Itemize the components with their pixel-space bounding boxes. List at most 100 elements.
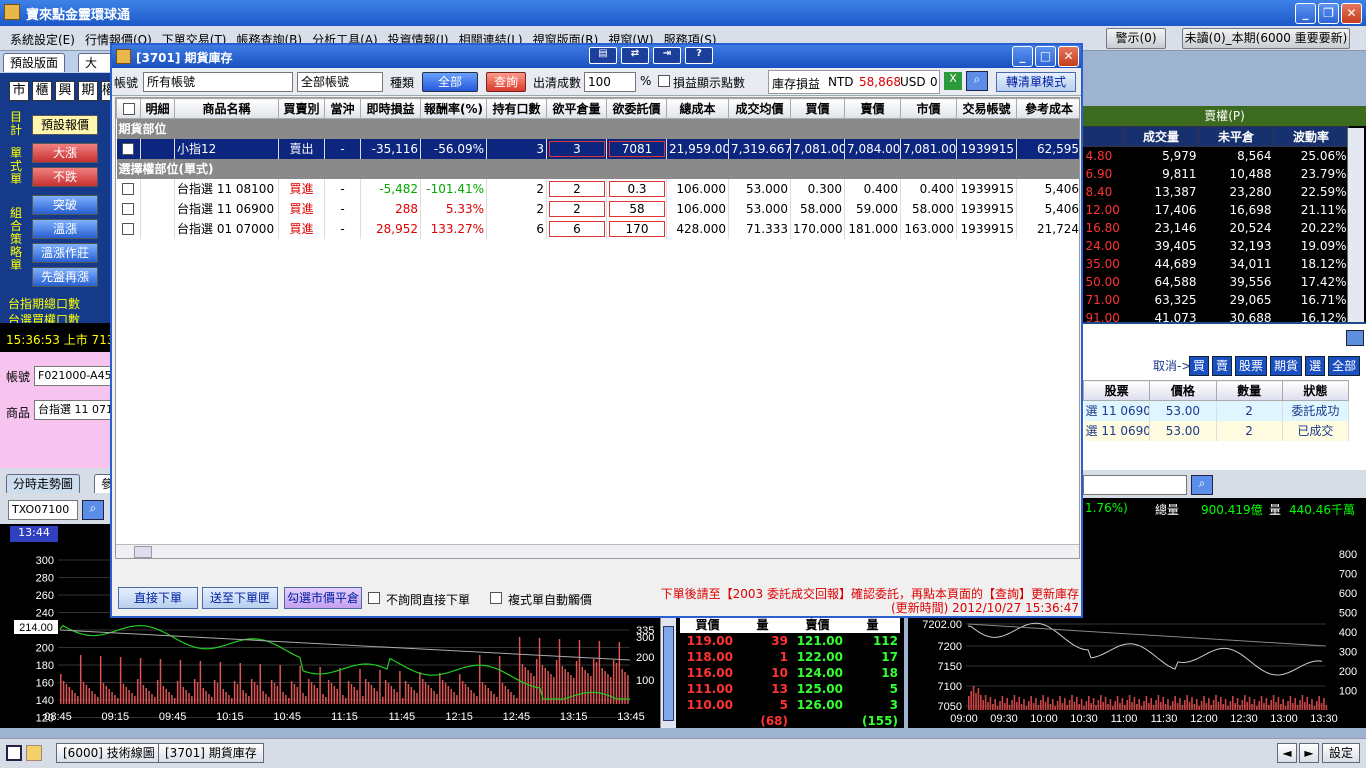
row-checkbox[interactable] [122, 183, 135, 195]
dialog-close-icon[interactable]: ✕ [1058, 46, 1079, 67]
ob-row[interactable]: 110.00 5 126.00 3 [680, 697, 900, 713]
strategy-btn-0[interactable]: 大漲 [32, 143, 98, 163]
order-row[interactable]: 選 11 06900 P53.002已成交 [1083, 420, 1350, 441]
position-row[interactable]: 台指選 11 06900 P 買進 -288 5.33% 2 2 58 106.000 53.0… [116, 198, 1079, 219]
col-header-8[interactable]: 欲平倉量 [546, 98, 607, 119]
cancel-btn-2[interactable]: 股票 [1235, 356, 1268, 376]
position-row[interactable]: 台指選 01 07000 P 買進 -28,952 133.27% 6 6 170 428.0… [116, 218, 1079, 239]
search-icon-right[interactable]: ⌕ [1191, 475, 1213, 495]
col-header-12[interactable]: 買價 [790, 98, 845, 119]
export-icon[interactable]: ⇥ [653, 47, 681, 64]
detail-cell[interactable] [140, 198, 175, 219]
col-header-2[interactable]: 商品名稱 [174, 98, 279, 119]
strategy-btn-4[interactable]: 溫漲作莊 [32, 243, 98, 263]
send-to-order-box-button[interactable]: 送至下單匣 [202, 587, 278, 609]
menu-item-0[interactable]: 系統設定(E) [10, 31, 75, 48]
quick-btn-3[interactable]: 期 [78, 81, 98, 101]
strategy-btn-1[interactable]: 不跌 [32, 167, 98, 187]
show-pl-checkbox[interactable] [658, 75, 670, 87]
auto-trigger-checkbox[interactable] [490, 592, 502, 604]
detail-cell[interactable] [140, 218, 175, 239]
cancel-btn-0[interactable]: 買 [1189, 356, 1210, 376]
cancel-btn-4[interactable]: 選 [1305, 356, 1326, 376]
col-header-7[interactable]: 持有口數 [486, 98, 547, 119]
ob-row[interactable]: 116.00 10 124.00 18 [680, 665, 900, 681]
dialog-minimize-icon[interactable]: _ [1012, 46, 1033, 67]
col-header-5[interactable]: 即時損益 [360, 98, 421, 119]
switch-mode-button[interactable]: 轉清單模式 [996, 72, 1076, 92]
option-row[interactable]: 4.80 5,979 8,564 25.06% [1084, 147, 1349, 165]
close-qty-input[interactable]: 2 [549, 200, 605, 217]
col-header-0[interactable] [116, 98, 141, 119]
tab-big[interactable]: 大字 [78, 53, 112, 88]
detail-cell[interactable] [140, 178, 175, 199]
chart-scrollbar[interactable] [663, 626, 674, 721]
close-qty-input[interactable]: 6 [549, 220, 605, 237]
unread-button[interactable]: 未讀(0)_本期(6000 重要要新) [1182, 28, 1350, 49]
task-futures-inventory[interactable]: [3701] 期貨庫存 [158, 743, 264, 763]
acct-field[interactable]: F021000-A45- [34, 366, 112, 386]
prev-icon[interactable]: ◄ [1277, 743, 1297, 763]
option-row[interactable]: 16.80 23,146 20,524 20.22% [1084, 219, 1349, 237]
col-header-3[interactable]: 買賣別 [278, 98, 325, 119]
grid-hscrollbar[interactable] [116, 544, 1079, 558]
cancel-btn-5[interactable]: 全部 [1328, 356, 1361, 376]
query-button[interactable]: 查詢 [486, 72, 526, 92]
option-row[interactable]: 50.00 64,588 39,556 17.42% [1084, 273, 1349, 291]
panel-toggle-icon[interactable] [1346, 330, 1364, 346]
next-icon[interactable]: ► [1299, 743, 1319, 763]
col-header-9[interactable]: 欲委託價 [606, 98, 667, 119]
ob-row[interactable]: 111.00 13 125.00 5 [680, 681, 900, 697]
help-icon[interactable]: ? [685, 47, 713, 64]
row-checkbox[interactable] [122, 143, 135, 155]
link-icon[interactable]: ⇄ [621, 47, 649, 64]
right-select[interactable] [1083, 475, 1187, 495]
print-icon[interactable]: ⌕ [966, 71, 988, 91]
alert-button[interactable]: 警示(0) [1106, 28, 1166, 49]
settings-button[interactable]: 設定 [1322, 743, 1361, 763]
restore-icon[interactable]: ❐ [1318, 3, 1339, 24]
detail-cell[interactable] [140, 138, 175, 159]
col-header-15[interactable]: 交易帳號 [956, 98, 1017, 119]
close-qty-input[interactable]: 3 [549, 140, 605, 157]
col-header-10[interactable]: 總成本 [666, 98, 729, 119]
col-header-13[interactable]: 賣價 [844, 98, 901, 119]
cancel-btn-1[interactable]: 賣 [1212, 356, 1233, 376]
strategy-btn-3[interactable]: 溫漲 [32, 219, 98, 239]
tab-default[interactable]: 預設版面 [3, 53, 66, 72]
option-row[interactable]: 12.00 17,406 16,698 21.11% [1084, 201, 1349, 219]
col-header-6[interactable]: 報酬率(%) [420, 98, 487, 119]
layout-icon[interactable]: ▤ [589, 47, 617, 64]
preset-quote-button[interactable]: 預設報價 [32, 115, 98, 135]
col-header-11[interactable]: 成交均價 [728, 98, 791, 119]
account-select[interactable]: 所有帳號 [143, 72, 293, 92]
ob-row[interactable]: 119.00 39 121.00 112 [680, 633, 900, 649]
close-qty-input[interactable]: 2 [549, 180, 605, 197]
options-scrollbar[interactable] [1347, 128, 1364, 322]
position-row[interactable]: 台指選 11 08100 C 買進 - -5,482 -101.41% 2 2 0.3 106.… [116, 178, 1079, 199]
direct-order-button[interactable]: 直接下單 [118, 587, 198, 609]
quick-btn-0[interactable]: 市 [9, 81, 29, 101]
symbol-select[interactable]: TXO07100 [8, 500, 78, 520]
col-header-1[interactable]: 明細 [140, 98, 175, 119]
cancel-btn-3[interactable]: 期貨 [1270, 356, 1303, 376]
strategy-btn-2[interactable]: 突破 [32, 195, 98, 215]
col-header-14[interactable]: 市價 [900, 98, 957, 119]
qty-select[interactable]: 100 [584, 72, 636, 92]
row-checkbox[interactable] [122, 203, 135, 215]
close-icon[interactable]: ✕ [1341, 3, 1362, 24]
quick-btn-1[interactable]: 櫃 [32, 81, 52, 101]
option-row[interactable]: 71.00 63,325 29,065 16.71% [1084, 291, 1349, 309]
order-row[interactable]: 選 11 06900 P53.002委託成功 [1083, 400, 1350, 421]
strategy-btn-5[interactable]: 先盤再漲 [32, 267, 98, 287]
excel-icon[interactable]: X [944, 72, 962, 90]
order-price-input[interactable]: 58 [609, 200, 665, 217]
folder-icon[interactable] [26, 745, 42, 761]
task-tech-chart[interactable]: [6000] 技術線圖 [56, 743, 162, 763]
dialog-maximize-icon[interactable]: □ [1035, 46, 1056, 67]
option-row[interactable]: 6.90 9,811 10,488 23.79% [1084, 165, 1349, 183]
order-price-input[interactable]: 0.3 [609, 180, 665, 197]
col-header-4[interactable]: 當沖 [324, 98, 361, 119]
order-price-input[interactable]: 7081 [609, 140, 665, 157]
market-close-button[interactable]: 勾選市價平倉 [284, 587, 362, 609]
